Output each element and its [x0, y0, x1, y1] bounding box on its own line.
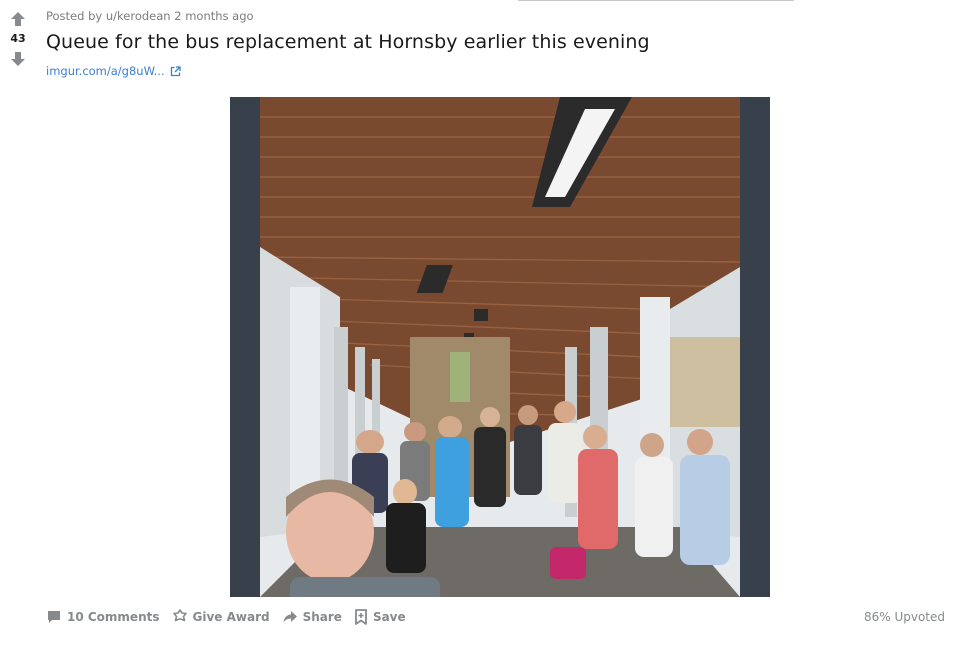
post-age: 2 months ago — [174, 9, 254, 23]
author-link[interactable]: u/kerodean — [106, 9, 171, 23]
upvote-icon[interactable] — [9, 10, 27, 28]
share-label[interactable]: Share — [303, 610, 342, 624]
save-label[interactable]: Save — [373, 610, 406, 624]
posted-by-label: Posted by — [46, 9, 103, 23]
post-media[interactable] — [230, 97, 770, 597]
give-award-label[interactable]: Give Award — [193, 610, 270, 624]
upvote-ratio: 86% Upvoted — [863, 610, 945, 624]
post-link-text[interactable]: imgur.com/a/g8uW... — [46, 64, 165, 78]
comments-button[interactable]: 10 Comments — [46, 609, 160, 625]
post-title[interactable]: Queue for the bus replacement at Hornsby… — [46, 31, 650, 53]
top-divider — [518, 0, 794, 1]
comment-bubble-icon — [48, 611, 60, 623]
give-award-button[interactable]: Give Award — [172, 609, 270, 625]
downvote-icon[interactable] — [9, 50, 27, 68]
bookmark-icon — [355, 609, 367, 625]
award-badge-icon — [172, 609, 187, 622]
share-button[interactable]: Share — [282, 609, 342, 625]
external-link-icon — [170, 65, 181, 76]
vote-score: 43 — [10, 32, 26, 45]
save-button[interactable]: Save — [354, 609, 406, 625]
comments-label[interactable]: 10 Comments — [67, 610, 160, 624]
vote-column: 43 — [9, 10, 27, 68]
post-actions: 10 Comments Give Award Share Save — [46, 607, 418, 627]
post-image[interactable] — [260, 97, 740, 597]
post-meta: Posted by u/kerodean 2 months ago — [46, 9, 254, 23]
post-link[interactable]: imgur.com/a/g8uW... — [46, 64, 181, 78]
share-arrow-icon — [283, 611, 297, 623]
